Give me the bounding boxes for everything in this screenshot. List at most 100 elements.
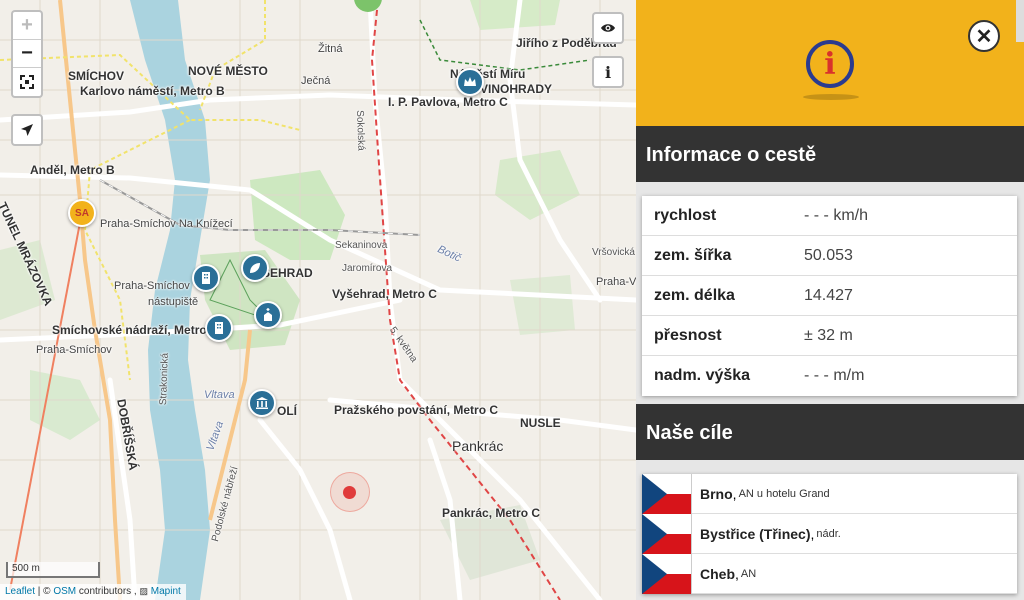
info-label: nadm. výška — [654, 367, 751, 384]
destination-sub: AN — [740, 567, 757, 580]
czech-flag-icon — [642, 553, 692, 594]
info-row-longitude: zem. délka 14.427 — [642, 276, 1017, 316]
info-value: 50.053 — [804, 246, 853, 264]
zoom-in-button[interactable]: + — [13, 12, 41, 40]
destination-sub: nádr. — [816, 527, 841, 540]
map-label-sekaninova: Sekaninova — [335, 240, 388, 251]
zoom-out-button[interactable]: − — [13, 40, 41, 68]
info-value: ± 32 m — [804, 326, 853, 344]
attribution: Leaflet | © OSM contributors , ▨ Mapint — [0, 584, 186, 600]
map-label-nove-mesto: NOVÉ MĚSTO — [188, 64, 268, 78]
map-label-pankrac: Pankrác — [452, 438, 504, 454]
map-label-praha-smichov: Praha-Smíchov — [36, 344, 112, 356]
close-button[interactable]: ✕ — [968, 20, 1000, 52]
eye-icon — [601, 24, 615, 32]
czech-flag-icon — [642, 513, 692, 554]
map-label-podoli: OLÍ — [277, 404, 297, 418]
info-label: zem. šířka — [654, 246, 732, 264]
map-label-smichov-nastupiste-2: nástupiště — [148, 296, 199, 308]
info-label: zem. délka — [654, 286, 735, 304]
info-value: 14.427 — [804, 286, 853, 304]
info-row-speed: rychlost - - - km/h — [642, 196, 1017, 236]
info-value: - - - m/m — [804, 367, 865, 384]
building-poi-marker-2[interactable] — [205, 314, 233, 342]
map-label-andel: Anděl, Metro B — [30, 163, 115, 177]
destination-name: Cheb — [700, 565, 735, 582]
museum-poi-marker[interactable] — [248, 389, 276, 417]
map-label-zitna: Žitná — [318, 43, 343, 55]
leaf-poi-marker[interactable] — [241, 254, 269, 282]
destination-sep: , — [732, 485, 737, 502]
panel-hero: i ✕ — [636, 0, 1024, 126]
building-poi-marker-1[interactable] — [192, 264, 220, 292]
museum-icon — [256, 397, 268, 409]
map-label-strakonicka: Strakonická — [158, 352, 171, 406]
map-label-prazskeho: Pražského povstání, Metro C — [334, 403, 499, 417]
map-label-nusle: NUSLE — [520, 416, 561, 430]
map-label-pankrac-metro: Pankrác, Metro C — [442, 506, 541, 520]
navigation-arrow-icon — [21, 124, 33, 136]
crown-icon — [464, 77, 476, 86]
info-control: i — [592, 56, 624, 88]
locate-control — [11, 114, 43, 146]
info-icon: i — [806, 40, 854, 88]
map-label-vysehrad-metro: Vyšehrad, Metro C — [332, 287, 437, 301]
attribution-contributors: contributors , — [76, 586, 140, 597]
locate-button[interactable] — [13, 116, 41, 144]
zoom-control: + − — [11, 10, 43, 98]
osm-link[interactable]: OSM — [53, 586, 76, 597]
destination-name: Bystřice (Třinec) — [700, 525, 811, 542]
destinations-list: Brno, AN u hotelu Grand Bystřice (Třinec… — [642, 473, 1017, 594]
destination-sep: , — [810, 525, 815, 542]
building-icon — [202, 272, 210, 284]
scrollbar[interactable] — [1016, 0, 1024, 42]
fullscreen-button[interactable] — [13, 68, 41, 96]
goals-heading: Naše cíle — [636, 404, 1024, 460]
trip-info-card: rychlost - - - km/h zem. šířka 50.053 ze… — [642, 196, 1017, 396]
info-small-icon: i — [604, 62, 612, 82]
current-location-dot[interactable] — [343, 486, 356, 499]
leaflet-link[interactable]: Leaflet — [5, 586, 35, 597]
church-icon — [264, 308, 272, 321]
attribution-sep: | © — [35, 586, 54, 597]
map-label-ip-pavlova: I. P. Pavlova, Metro C — [388, 95, 508, 109]
info-label: rychlost — [654, 206, 717, 224]
map-view[interactable]: SMÍCHOV NOVÉ MĚSTO Žitná Ječná Karlovo n… — [0, 0, 636, 600]
visibility-button[interactable] — [594, 14, 622, 42]
czech-flag-icon — [642, 473, 692, 514]
info-button[interactable]: i — [594, 58, 622, 86]
destination-item-cheb[interactable]: Cheb, AN — [642, 553, 1017, 594]
info-glyph: i — [824, 46, 836, 82]
map-label-vltava-1: Vltava — [204, 389, 235, 401]
fullscreen-icon — [20, 75, 34, 89]
map-label-smichovske-nadrazi: Smíchovské nádraží, Metro — [52, 323, 207, 337]
sa-marker[interactable]: SA — [68, 199, 96, 227]
map-label-jecna: Ječná — [301, 75, 331, 87]
info-label: přesnost — [654, 326, 722, 344]
map-label-jaromirova: Jaromírova — [342, 263, 393, 274]
scale-bar: 500 m — [6, 562, 100, 578]
mapint-logo-icon: ▨ — [139, 586, 148, 596]
destination-sep: , — [735, 565, 739, 582]
info-panel: i ✕ Informace o cestě rychlost - - - km/… — [636, 0, 1024, 600]
trip-info-heading: Informace o cestě — [636, 126, 1024, 182]
destination-name: Brno — [700, 485, 733, 502]
info-row-altitude: nadm. výška - - - m/m — [642, 356, 1017, 396]
map-label-sokolska: Sokolská — [354, 110, 367, 151]
map-label-vrsovicka: Vršovická — [592, 247, 635, 258]
info-row-latitude: zem. šířka 50.053 — [642, 236, 1017, 276]
crown-poi-marker[interactable] — [456, 68, 484, 96]
app-root: SMÍCHOV NOVÉ MĚSTO Žitná Ječná Karlovo n… — [0, 0, 1024, 600]
leaf-icon — [250, 263, 260, 273]
destination-item-brno[interactable]: Brno, AN u hotelu Grand — [642, 473, 1017, 514]
building-icon — [215, 322, 223, 334]
destination-item-bystrice[interactable]: Bystřice (Třinec), nádr. — [642, 513, 1017, 554]
map-label-smichov-knizeci: Praha-Smíchov Na Knížecí — [100, 218, 233, 230]
mapint-link[interactable]: Mapint — [151, 586, 181, 597]
church-poi-marker[interactable] — [254, 301, 282, 329]
map-label-praha-v: Praha-V — [596, 276, 636, 288]
info-row-accuracy: přesnost ± 32 m — [642, 316, 1017, 356]
info-value: - - - km/h — [804, 206, 868, 224]
map-label-vinohrady: VINOHRADY — [480, 82, 553, 96]
layers-visibility-control — [592, 12, 624, 44]
